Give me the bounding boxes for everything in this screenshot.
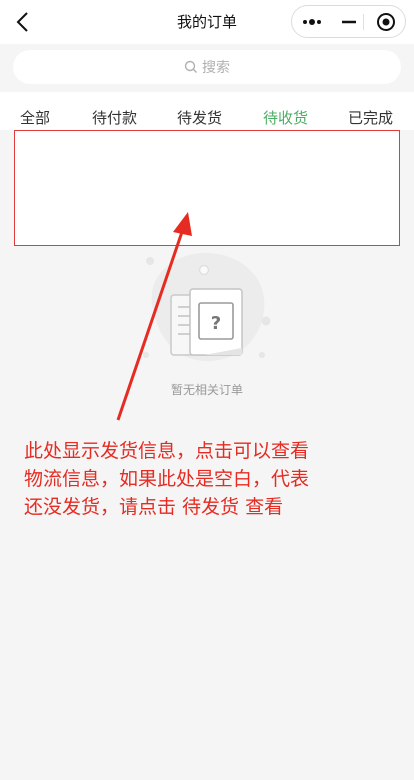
annotation-line-2: 物流信息，如果此处是空白，代表 bbox=[24, 468, 310, 490]
shipping-info-area[interactable] bbox=[14, 130, 400, 246]
search-icon bbox=[184, 60, 197, 73]
target-circle-icon bbox=[377, 13, 395, 31]
order-tabs: 全部 待付款 待发货 待收货 已完成 bbox=[0, 92, 414, 130]
search-input[interactable]: 搜索 bbox=[13, 50, 401, 84]
minus-icon bbox=[342, 20, 356, 24]
tab-pending-receipt[interactable]: 待收货 bbox=[263, 107, 308, 128]
more-dots-icon bbox=[303, 19, 321, 25]
tab-completed[interactable]: 已完成 bbox=[348, 107, 393, 128]
tab-all[interactable]: 全部 bbox=[20, 107, 50, 128]
navigation-bar: 我的订单 bbox=[0, 0, 414, 44]
annotation-note: 此处显示发货信息，点击可以查看 物流信息，如果此处是空白，代表 还没发货，请点击… bbox=[24, 437, 396, 521]
annotation-line-1: 此处显示发货信息，点击可以查看 bbox=[24, 440, 310, 462]
svg-text:?: ? bbox=[211, 313, 221, 334]
close-button[interactable] bbox=[364, 6, 406, 37]
search-bar: 搜索 bbox=[0, 44, 414, 92]
empty-state-text: 暂无相关订单 bbox=[170, 383, 243, 397]
more-button[interactable] bbox=[292, 6, 336, 37]
mini-program-capsule bbox=[291, 5, 406, 38]
search-placeholder: 搜索 bbox=[202, 60, 230, 76]
empty-orders-illustration: ? bbox=[143, 252, 271, 362]
annotation-line-3: 还没发货，请点击 待发货 查看 bbox=[24, 496, 284, 518]
minimize-button[interactable] bbox=[338, 6, 362, 37]
tab-pending-shipment[interactable]: 待发货 bbox=[177, 107, 222, 128]
tab-pending-payment[interactable]: 待付款 bbox=[92, 107, 137, 128]
